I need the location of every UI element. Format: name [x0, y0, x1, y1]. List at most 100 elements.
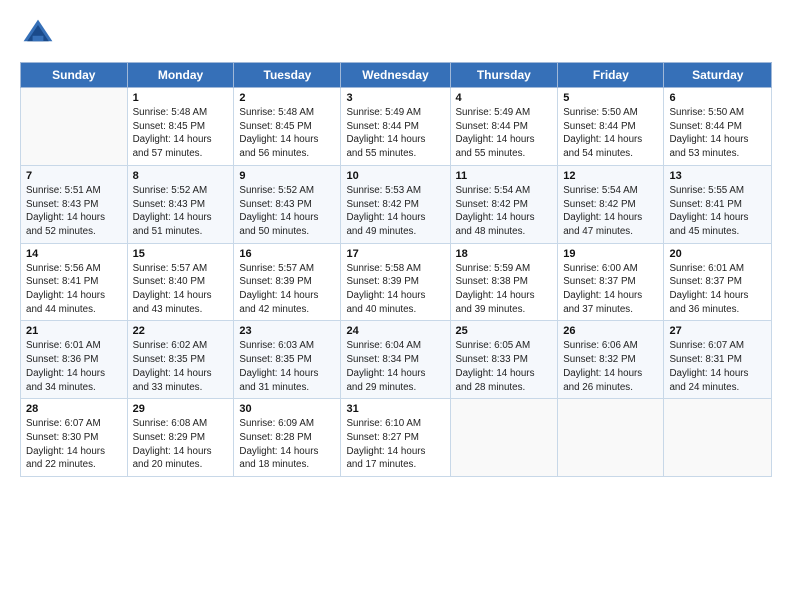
day-number: 21 — [26, 325, 122, 337]
calendar-cell — [664, 399, 772, 477]
calendar-cell — [21, 88, 128, 166]
calendar-cell: 11 Sunrise: 5:54 AMSunset: 8:42 PMDayligh… — [450, 165, 558, 243]
day-info: Sunrise: 6:05 AMSunset: 8:33 PMDaylight:… — [456, 339, 553, 394]
day-number: 1 — [133, 92, 229, 104]
day-info: Sunrise: 5:48 AMSunset: 8:45 PMDaylight:… — [133, 106, 229, 161]
calendar-cell: 29 Sunrise: 6:08 AMSunset: 8:29 PMDayligh… — [127, 399, 234, 477]
day-info: Sunrise: 5:55 AMSunset: 8:41 PMDaylight:… — [669, 184, 766, 239]
calendar: SundayMondayTuesdayWednesdayThursdayFrid… — [20, 62, 772, 477]
calendar-header-wednesday: Wednesday — [341, 63, 450, 88]
calendar-cell: 3Sunrise: 5:49 AMSunset: 8:44 PMDaylight… — [341, 88, 450, 166]
calendar-cell: 5 Sunrise: 5:50 AMSunset: 8:44 PMDaylight… — [558, 88, 664, 166]
day-number: 28 — [26, 403, 122, 415]
calendar-cell: 1 Sunrise: 5:48 AMSunset: 8:45 PMDaylight… — [127, 88, 234, 166]
day-number: 20 — [669, 248, 766, 260]
day-info: Sunrise: 5:59 AMSunset: 8:38 PMDaylight:… — [456, 262, 553, 317]
calendar-cell: 4 Sunrise: 5:49 AMSunset: 8:44 PMDaylight… — [450, 88, 558, 166]
calendar-cell: 8Sunrise: 5:52 AMSunset: 8:43 PMDaylight… — [127, 165, 234, 243]
logo-icon — [20, 16, 56, 52]
calendar-cell: 6 Sunrise: 5:50 AMSunset: 8:44 PMDaylight… — [664, 88, 772, 166]
day-info: Sunrise: 5:48 AMSunset: 8:45 PMDaylight:… — [239, 106, 335, 161]
calendar-header-friday: Friday — [558, 63, 664, 88]
day-number: 29 — [133, 403, 229, 415]
logo — [20, 16, 62, 52]
calendar-cell: 21Sunrise: 6:01 AMSunset: 8:36 PMDayligh… — [21, 321, 128, 399]
day-info: Sunrise: 5:49 AMSunset: 8:44 PMDaylight:… — [346, 106, 444, 161]
day-number: 5 — [563, 92, 658, 104]
calendar-cell: 7 Sunrise: 5:51 AMSunset: 8:43 PMDaylight… — [21, 165, 128, 243]
calendar-cell — [558, 399, 664, 477]
day-info: Sunrise: 5:52 AMSunset: 8:43 PMDaylight:… — [133, 184, 229, 239]
day-number: 4 — [456, 92, 553, 104]
day-number: 25 — [456, 325, 553, 337]
page: SundayMondayTuesdayWednesdayThursdayFrid… — [0, 0, 792, 612]
day-number: 26 — [563, 325, 658, 337]
day-info: Sunrise: 6:07 AMSunset: 8:30 PMDaylight:… — [26, 417, 122, 472]
calendar-week-5: 28 Sunrise: 6:07 AMSunset: 8:30 PMDayligh… — [21, 399, 772, 477]
day-info: Sunrise: 6:08 AMSunset: 8:29 PMDaylight:… — [133, 417, 229, 472]
day-number: 24 — [346, 325, 444, 337]
calendar-cell: 18 Sunrise: 5:59 AMSunset: 8:38 PMDayligh… — [450, 243, 558, 321]
day-number: 27 — [669, 325, 766, 337]
day-number: 14 — [26, 248, 122, 260]
day-info: Sunrise: 6:07 AMSunset: 8:31 PMDaylight:… — [669, 339, 766, 394]
calendar-cell: 30 Sunrise: 6:09 AMSunset: 8:28 PMDayligh… — [234, 399, 341, 477]
day-info: Sunrise: 5:51 AMSunset: 8:43 PMDaylight:… — [26, 184, 122, 239]
day-info: Sunrise: 5:57 AMSunset: 8:39 PMDaylight:… — [239, 262, 335, 317]
day-info: Sunrise: 5:49 AMSunset: 8:44 PMDaylight:… — [456, 106, 553, 161]
day-info: Sunrise: 5:50 AMSunset: 8:44 PMDaylight:… — [669, 106, 766, 161]
calendar-cell: 10Sunrise: 5:53 AMSunset: 8:42 PMDayligh… — [341, 165, 450, 243]
calendar-cell: 25 Sunrise: 6:05 AMSunset: 8:33 PMDayligh… — [450, 321, 558, 399]
day-info: Sunrise: 5:54 AMSunset: 8:42 PMDaylight:… — [456, 184, 553, 239]
day-info: Sunrise: 5:56 AMSunset: 8:41 PMDaylight:… — [26, 262, 122, 317]
calendar-cell: 19Sunrise: 6:00 AMSunset: 8:37 PMDayligh… — [558, 243, 664, 321]
calendar-cell: 31 Sunrise: 6:10 AMSunset: 8:27 PMDayligh… — [341, 399, 450, 477]
day-info: Sunrise: 6:02 AMSunset: 8:35 PMDaylight:… — [133, 339, 229, 394]
calendar-cell: 16 Sunrise: 5:57 AMSunset: 8:39 PMDayligh… — [234, 243, 341, 321]
day-info: Sunrise: 5:53 AMSunset: 8:42 PMDaylight:… — [346, 184, 444, 239]
day-number: 9 — [239, 170, 335, 182]
day-number: 7 — [26, 170, 122, 182]
day-number: 13 — [669, 170, 766, 182]
day-info: Sunrise: 6:00 AMSunset: 8:37 PMDaylight:… — [563, 262, 658, 317]
calendar-week-2: 7 Sunrise: 5:51 AMSunset: 8:43 PMDaylight… — [21, 165, 772, 243]
day-number: 11 — [456, 170, 553, 182]
calendar-week-4: 21Sunrise: 6:01 AMSunset: 8:36 PMDayligh… — [21, 321, 772, 399]
day-info: Sunrise: 6:04 AMSunset: 8:34 PMDaylight:… — [346, 339, 444, 394]
day-info: Sunrise: 6:03 AMSunset: 8:35 PMDaylight:… — [239, 339, 335, 394]
day-number: 12 — [563, 170, 658, 182]
calendar-header-monday: Monday — [127, 63, 234, 88]
day-number: 6 — [669, 92, 766, 104]
day-number: 18 — [456, 248, 553, 260]
day-info: Sunrise: 6:09 AMSunset: 8:28 PMDaylight:… — [239, 417, 335, 472]
day-info: Sunrise: 6:10 AMSunset: 8:27 PMDaylight:… — [346, 417, 444, 472]
day-info: Sunrise: 5:57 AMSunset: 8:40 PMDaylight:… — [133, 262, 229, 317]
calendar-header-tuesday: Tuesday — [234, 63, 341, 88]
calendar-header-sunday: Sunday — [21, 63, 128, 88]
day-number: 17 — [346, 248, 444, 260]
calendar-header-saturday: Saturday — [664, 63, 772, 88]
calendar-body: 1 Sunrise: 5:48 AMSunset: 8:45 PMDaylight… — [21, 88, 772, 477]
calendar-cell: 2 Sunrise: 5:48 AMSunset: 8:45 PMDaylight… — [234, 88, 341, 166]
day-info: Sunrise: 5:54 AMSunset: 8:42 PMDaylight:… — [563, 184, 658, 239]
day-info: Sunrise: 5:52 AMSunset: 8:43 PMDaylight:… — [239, 184, 335, 239]
day-number: 31 — [346, 403, 444, 415]
day-number: 2 — [239, 92, 335, 104]
calendar-header-thursday: Thursday — [450, 63, 558, 88]
day-number: 22 — [133, 325, 229, 337]
day-number: 30 — [239, 403, 335, 415]
calendar-cell: 24 Sunrise: 6:04 AMSunset: 8:34 PMDayligh… — [341, 321, 450, 399]
calendar-cell: 22 Sunrise: 6:02 AMSunset: 8:35 PMDayligh… — [127, 321, 234, 399]
calendar-cell: 28 Sunrise: 6:07 AMSunset: 8:30 PMDayligh… — [21, 399, 128, 477]
calendar-week-1: 1 Sunrise: 5:48 AMSunset: 8:45 PMDaylight… — [21, 88, 772, 166]
calendar-week-3: 14 Sunrise: 5:56 AMSunset: 8:41 PMDayligh… — [21, 243, 772, 321]
calendar-cell: 20Sunrise: 6:01 AMSunset: 8:37 PMDayligh… — [664, 243, 772, 321]
day-info: Sunrise: 5:50 AMSunset: 8:44 PMDaylight:… — [563, 106, 658, 161]
calendar-cell: 15 Sunrise: 5:57 AMSunset: 8:40 PMDayligh… — [127, 243, 234, 321]
calendar-cell: 27 Sunrise: 6:07 AMSunset: 8:31 PMDayligh… — [664, 321, 772, 399]
calendar-cell: 26 Sunrise: 6:06 AMSunset: 8:32 PMDayligh… — [558, 321, 664, 399]
day-info: Sunrise: 6:06 AMSunset: 8:32 PMDaylight:… — [563, 339, 658, 394]
day-number: 15 — [133, 248, 229, 260]
calendar-cell: 13 Sunrise: 5:55 AMSunset: 8:41 PMDayligh… — [664, 165, 772, 243]
day-number: 16 — [239, 248, 335, 260]
